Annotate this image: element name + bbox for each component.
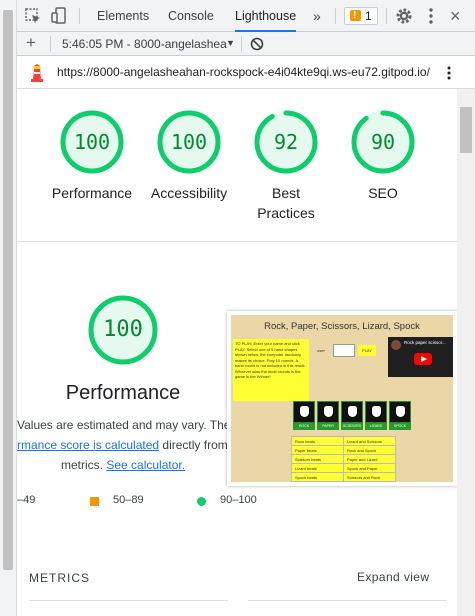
pass-circle-icon (197, 497, 206, 506)
table-row: Spock beats Scissors and Rock (291, 472, 396, 482)
final-screenshot[interactable]: Rock, Paper, Scissors, Lizard, Spock TO … (227, 311, 457, 486)
add-report-icon[interactable]: + (26, 33, 36, 53)
page-scrollbar-thumb[interactable] (3, 10, 13, 570)
more-tabs-icon[interactable]: » (313, 0, 321, 32)
game-title: Rock, Paper, Scissors, Lizard, Spock (264, 321, 420, 332)
hand-label: LIZARD (365, 423, 387, 430)
play-icon (414, 353, 432, 365)
report-scrollbar[interactable] (457, 89, 475, 616)
lighthouse-report: 100 Performance 100 Accessibility 92 Bes… (17, 89, 457, 616)
accessibility-label: Accessibility (150, 185, 228, 201)
score-calculation-link[interactable]: rmance score is calculated (17, 438, 159, 452)
seo-label: SEO (368, 185, 398, 201)
hand-label: SCISSORS (341, 423, 363, 430)
report-url-bar: https://8000-angelasheahan-rockspock-e4i… (17, 56, 475, 89)
metric-row-divider (29, 600, 228, 601)
warning-icon (350, 8, 361, 24)
lighthouse-toolbar: + 5:46:05 PM - 8000-angelashea ▼ (17, 32, 475, 56)
expand-view-toggle[interactable]: Expand view (357, 570, 429, 584)
accessibility-score: 100 (170, 130, 208, 154)
tab-console[interactable]: Console (168, 0, 214, 32)
device-toggle-icon[interactable] (50, 6, 70, 26)
lighthouse-logo-icon (31, 64, 43, 82)
spock-hand-icon (389, 401, 411, 423)
tabbar-separator (335, 8, 336, 24)
report-scrollbar-thumb[interactable] (460, 107, 472, 153)
performance-label: Performance (51, 185, 133, 201)
average-square-icon (90, 497, 99, 506)
table-row: Paper beats Rock and Spock (291, 445, 396, 455)
hand-label: SPOCK (389, 423, 411, 430)
play-button: PLAY (358, 345, 376, 356)
username-label: user (317, 348, 325, 353)
seo-gauge[interactable]: 90 (350, 109, 416, 175)
video-embed: Rock paper scissor... (388, 337, 453, 377)
rules-table: Rock beats Lizard and Scissors Paper beat… (291, 436, 396, 482)
table-row: Lizard beats Spock and Paper (291, 463, 396, 473)
clear-report-icon[interactable] (249, 36, 265, 52)
kebab-menu-icon[interactable] (441, 65, 457, 81)
estimate-note-line-2: rmance score is calculated directly from… (17, 438, 235, 452)
chevron-down-icon[interactable]: ▼ (226, 38, 235, 48)
best-practices-label: Best Practices (257, 185, 315, 221)
performance-heading: Performance (65, 382, 181, 404)
hand-label: PAPER (317, 423, 339, 430)
performance-big-score: 100 (103, 317, 143, 342)
section-divider (17, 241, 457, 242)
tab-lighthouse[interactable]: Lighthouse (235, 0, 297, 32)
see-calculator-link[interactable]: See calculator. (106, 458, 185, 472)
tab-elements[interactable]: Elements (97, 0, 149, 32)
legend-fail-range: –49 (17, 494, 36, 506)
estimate-note-line-3: metrics. See calculator. (61, 458, 186, 472)
page-scrollbar[interactable] (0, 0, 17, 616)
table-row: Rock beats Lizard and Scissors (291, 436, 396, 446)
best-practices-gauge[interactable]: 92 (253, 109, 319, 175)
rock-hand-icon (293, 401, 315, 423)
metric-row-divider (248, 600, 447, 601)
lizard-hand-icon (365, 401, 387, 423)
performance-big-gauge: 100 (87, 294, 159, 366)
toolbar-separator (50, 36, 51, 52)
accessibility-gauge[interactable]: 100 (156, 109, 222, 175)
seo-score: 90 (370, 130, 396, 154)
report-url: https://8000-angelasheahan-rockspock-e4i… (57, 65, 430, 79)
close-icon[interactable]: × (450, 0, 461, 32)
legend-pass-range: 90–100 (220, 494, 257, 506)
kebab-menu-icon[interactable] (421, 6, 441, 26)
estimate-note-line-1: Values are estimated and may vary. The (17, 418, 231, 432)
performance-gauge[interactable]: 100 (59, 109, 125, 175)
performance-score: 100 (73, 130, 111, 154)
gear-icon[interactable] (394, 6, 414, 26)
toolbar-separator (241, 36, 242, 52)
username-input (333, 344, 355, 357)
devtools-window: Elements Console Lighthouse » 1 × + 5:46… (0, 0, 475, 616)
best-practices-score: 92 (273, 130, 299, 154)
issues-badge[interactable]: 1 (344, 7, 378, 25)
table-row: Scissors beats Paper and Lizard (291, 454, 396, 464)
video-title: Rock paper scissor... (404, 340, 446, 345)
tabbar-separator (386, 8, 387, 24)
report-selector[interactable]: 5:46:05 PM - 8000-angelashea (62, 37, 227, 51)
channel-avatar (391, 340, 401, 350)
legend-average-range: 50–89 (113, 494, 144, 506)
devtools-tabbar: Elements Console Lighthouse » 1 × (17, 0, 475, 32)
tabbar-separator (79, 8, 80, 24)
metrics-heading: METRICS (29, 571, 90, 585)
select-element-icon[interactable] (23, 6, 43, 26)
scissors-hand-icon (341, 401, 363, 423)
paper-hand-icon (317, 401, 339, 423)
hand-label: ROCK (293, 423, 315, 430)
game-instructions: TO PLAY: Enter your name and click PLAY.… (233, 339, 309, 401)
issues-count: 1 (365, 9, 372, 23)
